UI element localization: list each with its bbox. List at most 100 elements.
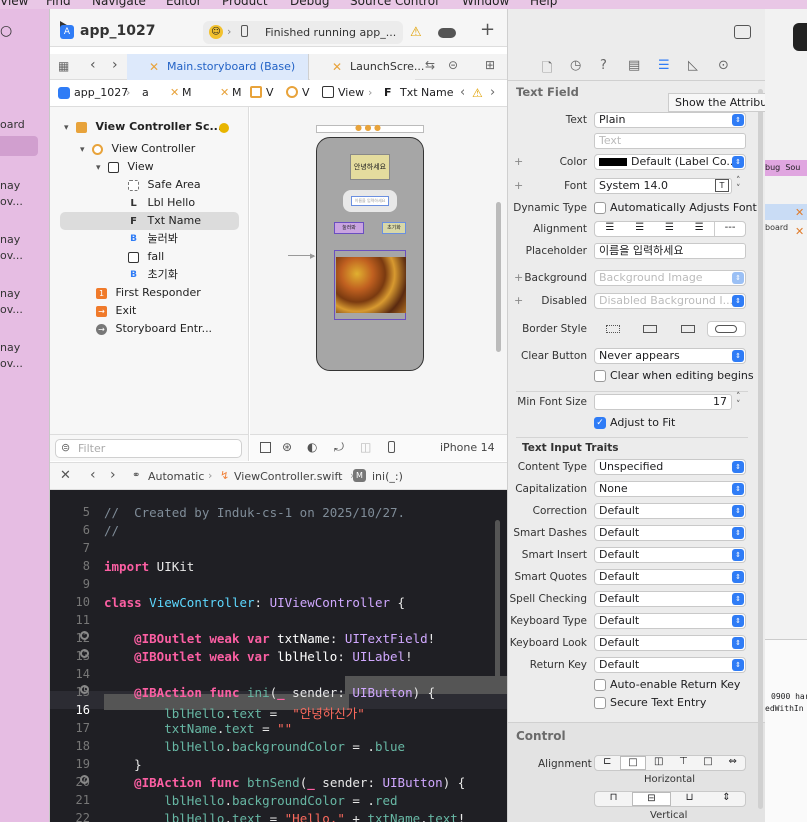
min-font-size-field[interactable]: 17 — [594, 394, 732, 410]
text-value-field[interactable]: Text — [594, 133, 746, 149]
inspector-toggle-icon[interactable] — [734, 25, 751, 39]
menu-help[interactable]: Help — [530, 0, 557, 8]
button1-preview[interactable]: 눌러봐 — [334, 222, 364, 234]
menu-product[interactable]: Product — [222, 0, 268, 8]
device-icon[interactable] — [388, 441, 395, 453]
accessibility-icon[interactable]: ⊛ — [282, 440, 292, 454]
imageview-fall-preview[interactable] — [334, 250, 406, 320]
iphone-frame[interactable]: 안녕하세요 이름을 입력하세요 눌러봐 초기화 — [316, 137, 424, 371]
align-natural-icon[interactable]: --- — [714, 222, 745, 236]
halign-fill-icon[interactable]: ⊤ — [671, 756, 696, 770]
smart-insert-popup[interactable]: Default ⇕ — [594, 547, 746, 563]
close-icon[interactable]: ✕ — [60, 468, 71, 483]
refresh-icon[interactable]: ⇆ — [425, 58, 435, 72]
grid-icon[interactable]: ▦ — [58, 59, 69, 73]
add-variation-icon[interactable]: + — [514, 271, 523, 284]
forward-icon[interactable]: › — [112, 57, 118, 73]
document-outline-toggle-icon[interactable] — [260, 442, 271, 453]
border-bezel-icon[interactable] — [669, 321, 707, 337]
txt-name-selection[interactable]: 이름을 입력하세요 — [343, 190, 397, 212]
breadcrumb-storyboard[interactable]: M — [182, 86, 192, 99]
halign-leading-icon[interactable]: □ — [696, 756, 721, 770]
capitalization-popup[interactable]: None ⇕ — [594, 481, 746, 497]
content-type-popup[interactable]: Unspecified ⇕ — [594, 459, 746, 475]
menu-view[interactable]: View — [0, 0, 28, 8]
align-justify-icon[interactable]: ☰ — [684, 222, 714, 236]
action-connection-icon[interactable] — [80, 775, 89, 784]
link-icon[interactable]: ⊝ — [448, 58, 458, 72]
split-editor-icon[interactable]: ⊞ — [485, 58, 495, 72]
placeholder-field[interactable]: 이름을 입력하세요 — [594, 243, 746, 259]
nav-row-button2[interactable]: B 초기화 — [128, 266, 178, 284]
menu-editor[interactable]: Editor — [166, 0, 202, 8]
add-variation-icon[interactable]: + — [514, 179, 523, 192]
breadcrumb-base[interactable]: M — [232, 86, 242, 99]
attributes-inspector-icon[interactable]: ☰ — [658, 58, 670, 73]
nav-row-lbl-hello[interactable]: L Lbl Hello — [128, 194, 195, 212]
warning-icon[interactable]: ⚠ — [410, 25, 422, 40]
nav-row-view[interactable]: ▾ View — [96, 158, 154, 176]
appearance-icon[interactable]: ◐ — [307, 440, 317, 454]
breadcrumb-txtname[interactable]: Txt Name — [400, 86, 454, 99]
return-key-popup[interactable]: Default ⇕ — [594, 657, 746, 673]
help-icon[interactable]: ? — [600, 58, 607, 73]
halign-right-icon[interactable]: ◫ — [646, 756, 671, 770]
add-variation-icon[interactable]: + — [514, 294, 523, 307]
identity-inspector-icon[interactable]: ▤ — [628, 58, 640, 73]
forward-icon[interactable]: › — [110, 467, 116, 483]
menu-debug[interactable]: Debug — [290, 0, 329, 8]
adjust-to-fit-checkbox[interactable]: ✓ — [594, 417, 606, 429]
font-field[interactable]: System 14.0 T — [594, 178, 732, 194]
align-left-icon[interactable]: ☰ — [595, 222, 625, 236]
nav-row-storyboard-entry[interactable]: → Storyboard Entr... — [96, 320, 212, 338]
dynamic-type-checkbox[interactable] — [594, 202, 606, 214]
border-line-icon[interactable] — [632, 321, 670, 337]
halign-left-icon[interactable]: ⊏ — [595, 756, 620, 770]
add-button[interactable]: + — [480, 19, 495, 40]
breadcrumb-view[interactable]: View — [338, 86, 364, 99]
horizontal-alignment-segmented[interactable]: ⊏ □ ◫ ⊤ □ ⇔ — [594, 755, 746, 771]
halign-trailing-icon[interactable]: ⇔ — [720, 756, 745, 770]
add-variation-icon[interactable]: + — [514, 155, 523, 168]
size-inspector-icon[interactable]: ◺ — [688, 58, 698, 73]
history-icon[interactable]: ◷ — [570, 58, 581, 73]
breadcrumb-project[interactable]: app_1027 — [74, 86, 128, 99]
secure-entry-checkbox[interactable] — [594, 697, 606, 709]
activity-view[interactable]: ☺ › Finished running app_... — [203, 21, 403, 44]
outlet-connection-icon[interactable] — [80, 649, 89, 658]
editor-file[interactable]: ViewController.swift — [234, 470, 342, 483]
button2-preview[interactable]: 초기화 — [382, 222, 406, 234]
min-font-size-stepper[interactable]: ˄ ˅ — [736, 393, 741, 410]
filter-field[interactable]: ⊜ Filter — [55, 439, 242, 458]
orientation-icon[interactable]: ⤾ — [334, 440, 344, 455]
related-items-icon[interactable]: ⚭ — [132, 470, 140, 481]
scene-dock[interactable]: ● ● ● — [316, 123, 424, 133]
project-name[interactable]: app_1027 — [80, 23, 155, 39]
spell-checking-popup[interactable]: Default ⇕ — [594, 591, 746, 607]
color-popup[interactable]: Default (Label Co... ⇕ — [594, 154, 746, 170]
back-icon[interactable]: ‹ — [460, 85, 465, 100]
connections-inspector-icon[interactable]: ⊙ — [718, 58, 729, 73]
back-icon[interactable]: ‹ — [90, 57, 96, 73]
menu-navigate[interactable]: Navigate — [92, 0, 146, 8]
outlet-connection-icon[interactable] — [80, 631, 89, 640]
valign-center-icon[interactable]: ⊟ — [632, 792, 671, 806]
menu-find[interactable]: Find — [46, 0, 71, 8]
device-label[interactable]: iPhone 14 — [440, 441, 495, 454]
nav-row-txt-name[interactable]: F Txt Name — [128, 212, 201, 230]
file-inspector-icon[interactable]: 🗋 — [542, 59, 552, 81]
keyboard-look-popup[interactable]: Default ⇕ — [594, 635, 746, 651]
action-connection-icon[interactable] — [80, 685, 89, 694]
font-picker-icon[interactable]: T — [715, 179, 729, 192]
nav-row-first-responder[interactable]: 1 First Responder — [96, 284, 201, 302]
menu-source-control[interactable]: Source Control — [350, 0, 438, 8]
forward-icon[interactable]: › — [490, 85, 495, 100]
breadcrumb-folder[interactable]: a — [142, 86, 149, 99]
back-icon[interactable]: ‹ — [90, 467, 96, 483]
inspector-scrollbar[interactable] — [758, 89, 763, 809]
valign-bottom-icon[interactable]: ⊔ — [671, 792, 708, 806]
smart-quotes-popup[interactable]: Default ⇕ — [594, 569, 746, 585]
text-type-popup[interactable]: Plain ⇕ — [594, 112, 746, 128]
tab-launchscreen[interactable]: ✕ LaunchScre... — [310, 54, 424, 80]
editor-scrollbar[interactable] — [495, 520, 500, 680]
